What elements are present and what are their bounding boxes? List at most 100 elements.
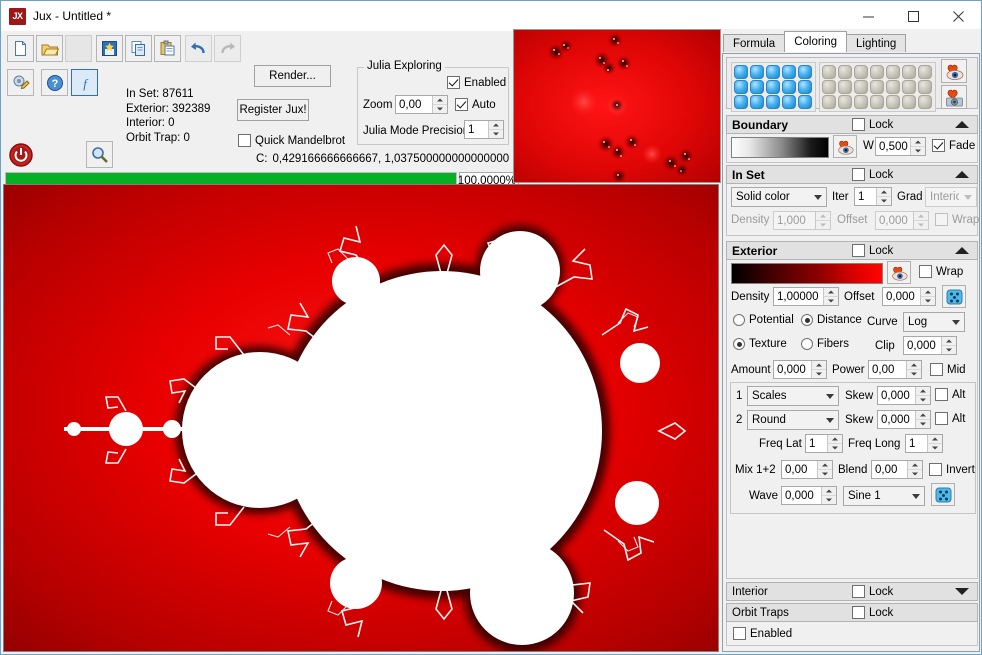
exterior-distance-radio[interactable]: Distance (801, 314, 862, 326)
blue-preset-swatch-10[interactable] (734, 95, 748, 109)
exterior-offset-spinner[interactable] (920, 288, 935, 305)
grey-preset-swatch-18[interactable] (886, 95, 900, 109)
new-file-icon[interactable] (7, 35, 34, 62)
grey-preset-swatch-12[interactable] (902, 80, 916, 94)
exterior-gradient-bar[interactable] (731, 263, 883, 284)
julia-precision-spinner[interactable] (488, 121, 503, 138)
wave-randomize-dice-icon[interactable] (931, 483, 955, 506)
tab-formula[interactable]: Formula (723, 34, 785, 52)
interior-section-header[interactable]: Interior Lock (726, 582, 978, 601)
invert-checkbox[interactable]: Invert (929, 463, 975, 476)
copy-icon[interactable] (125, 35, 152, 62)
texture-2-alt-checkbox[interactable]: Alt (935, 412, 965, 425)
julia-set-preview[interactable] (513, 29, 721, 183)
grey-preset-swatch-1[interactable] (838, 65, 852, 79)
boundary-gradient-bar[interactable] (731, 137, 829, 158)
blue-preset-swatch-9[interactable] (798, 80, 812, 94)
register-button[interactable]: Register Jux! (237, 99, 309, 121)
mix-input[interactable]: 0,00 (781, 460, 833, 479)
texture-2-dropdown[interactable]: Round (747, 410, 839, 430)
julia-zoom-input[interactable]: 0,00 (395, 95, 448, 114)
exterior-wrap-checkbox[interactable]: Wrap (919, 265, 963, 278)
exterior-collapse-arrow-icon[interactable] (955, 247, 969, 254)
exterior-amount-spinner[interactable] (811, 361, 826, 378)
interior-lock-checkbox[interactable]: Lock (852, 585, 893, 598)
save-favorite-icon[interactable] (96, 35, 123, 62)
boundary-w-spinner[interactable] (910, 138, 925, 155)
grey-preset-swatch-17[interactable] (870, 95, 884, 109)
exterior-potential-radio[interactable]: Potential (733, 314, 794, 326)
boundary-fade-checkbox[interactable]: Fade (932, 139, 975, 152)
exterior-texture-radio[interactable]: Texture (733, 338, 787, 350)
boundary-collapse-arrow-icon[interactable] (955, 121, 969, 128)
mandelbrot-fractal-canvas[interactable] (3, 184, 719, 652)
blue-preset-swatch-12[interactable] (766, 95, 780, 109)
blue-preset-swatch-0[interactable] (734, 65, 748, 79)
texture-1-dropdown[interactable]: Scales (747, 386, 839, 406)
wave-type-dropdown[interactable]: Sine 1 (843, 486, 925, 506)
orbit-traps-enabled-checkbox[interactable]: Enabled (733, 627, 792, 640)
power-icon[interactable] (7, 141, 35, 169)
blue-preset-swatch-14[interactable] (798, 95, 812, 109)
exterior-density-input[interactable]: 1,00000 (773, 287, 839, 306)
magnifier-icon[interactable] (86, 141, 113, 168)
julia-precision-input[interactable]: 1 (464, 120, 504, 139)
grey-preset-swatch-6[interactable] (918, 65, 932, 79)
blue-preset-swatch-6[interactable] (750, 80, 764, 94)
julia-enabled-checkbox[interactable]: Enabled (447, 76, 506, 89)
grey-preset-swatch-0[interactable] (822, 65, 836, 79)
close-button[interactable] (936, 1, 981, 31)
freq-lat-spinner[interactable] (827, 435, 842, 452)
blend-input[interactable]: 0,00 (871, 460, 923, 479)
exterior-mid-checkbox[interactable]: Mid (930, 363, 966, 376)
exterior-density-spinner[interactable] (823, 288, 838, 305)
blue-preset-swatch-5[interactable] (734, 80, 748, 94)
grey-preset-swatch-11[interactable] (886, 80, 900, 94)
julia-auto-checkbox[interactable]: Auto (455, 98, 496, 111)
open-folder-icon[interactable] (36, 35, 63, 62)
in-set-iter-input[interactable]: 1 (854, 187, 892, 206)
grey-preset-swatch-5[interactable] (902, 65, 916, 79)
texture-2-skew-spinner[interactable] (915, 411, 930, 428)
grey-preset-swatch-9[interactable] (854, 80, 868, 94)
tab-lighting[interactable]: Lighting (846, 34, 906, 52)
freq-long-spinner[interactable] (927, 435, 942, 452)
wave-input[interactable]: 0,000 (781, 486, 837, 505)
grey-preset-swatch-16[interactable] (854, 95, 868, 109)
blue-preset-swatch-13[interactable] (782, 95, 796, 109)
grey-preset-swatch-13[interactable] (918, 80, 932, 94)
render-button[interactable]: Render... (254, 65, 331, 87)
grey-preset-swatch-10[interactable] (870, 80, 884, 94)
grey-preset-swatch-20[interactable] (918, 95, 932, 109)
in-set-iter-spinner[interactable] (876, 188, 891, 205)
grey-preset-swatch-7[interactable] (822, 80, 836, 94)
blue-preset-swatch-2[interactable] (766, 65, 780, 79)
boundary-w-input[interactable]: 0,500 (875, 137, 926, 156)
in-set-lock-checkbox[interactable]: Lock (852, 168, 893, 181)
grey-preset-swatch-4[interactable] (886, 65, 900, 79)
exterior-section-header[interactable]: Exterior Lock (726, 241, 978, 260)
exterior-clip-input[interactable]: 0,000 (903, 336, 957, 355)
blend-spinner[interactable] (907, 461, 922, 478)
paste-icon[interactable] (154, 35, 181, 62)
orbit-traps-lock-checkbox[interactable]: Lock (852, 606, 893, 619)
boundary-section-header[interactable]: Boundary Lock (726, 115, 978, 134)
freq-long-input[interactable]: 1 (905, 434, 943, 453)
texture-2-skew-input[interactable]: 0,000 (877, 410, 931, 429)
minimize-button[interactable] (846, 1, 891, 31)
freq-lat-input[interactable]: 1 (805, 434, 843, 453)
blue-preset-swatch-7[interactable] (766, 80, 780, 94)
in-set-section-header[interactable]: In Set Lock (726, 165, 978, 184)
gradient-camera-icon[interactable] (941, 85, 967, 109)
blue-preset-swatch-8[interactable] (782, 80, 796, 94)
exterior-power-input[interactable]: 0,00 (868, 360, 922, 379)
gradient-eye-icon[interactable] (941, 59, 967, 83)
exterior-curve-dropdown[interactable]: Log (903, 312, 965, 332)
interior-expand-arrow-icon[interactable] (955, 588, 969, 595)
in-set-collapse-arrow-icon[interactable] (955, 171, 969, 178)
grey-preset-swatch-19[interactable] (902, 95, 916, 109)
exterior-power-spinner[interactable] (906, 361, 921, 378)
quick-mandelbrot-checkbox[interactable]: Quick Mandelbrot (238, 134, 345, 147)
exterior-eye-icon[interactable] (887, 261, 911, 284)
undo-icon[interactable] (185, 35, 212, 62)
